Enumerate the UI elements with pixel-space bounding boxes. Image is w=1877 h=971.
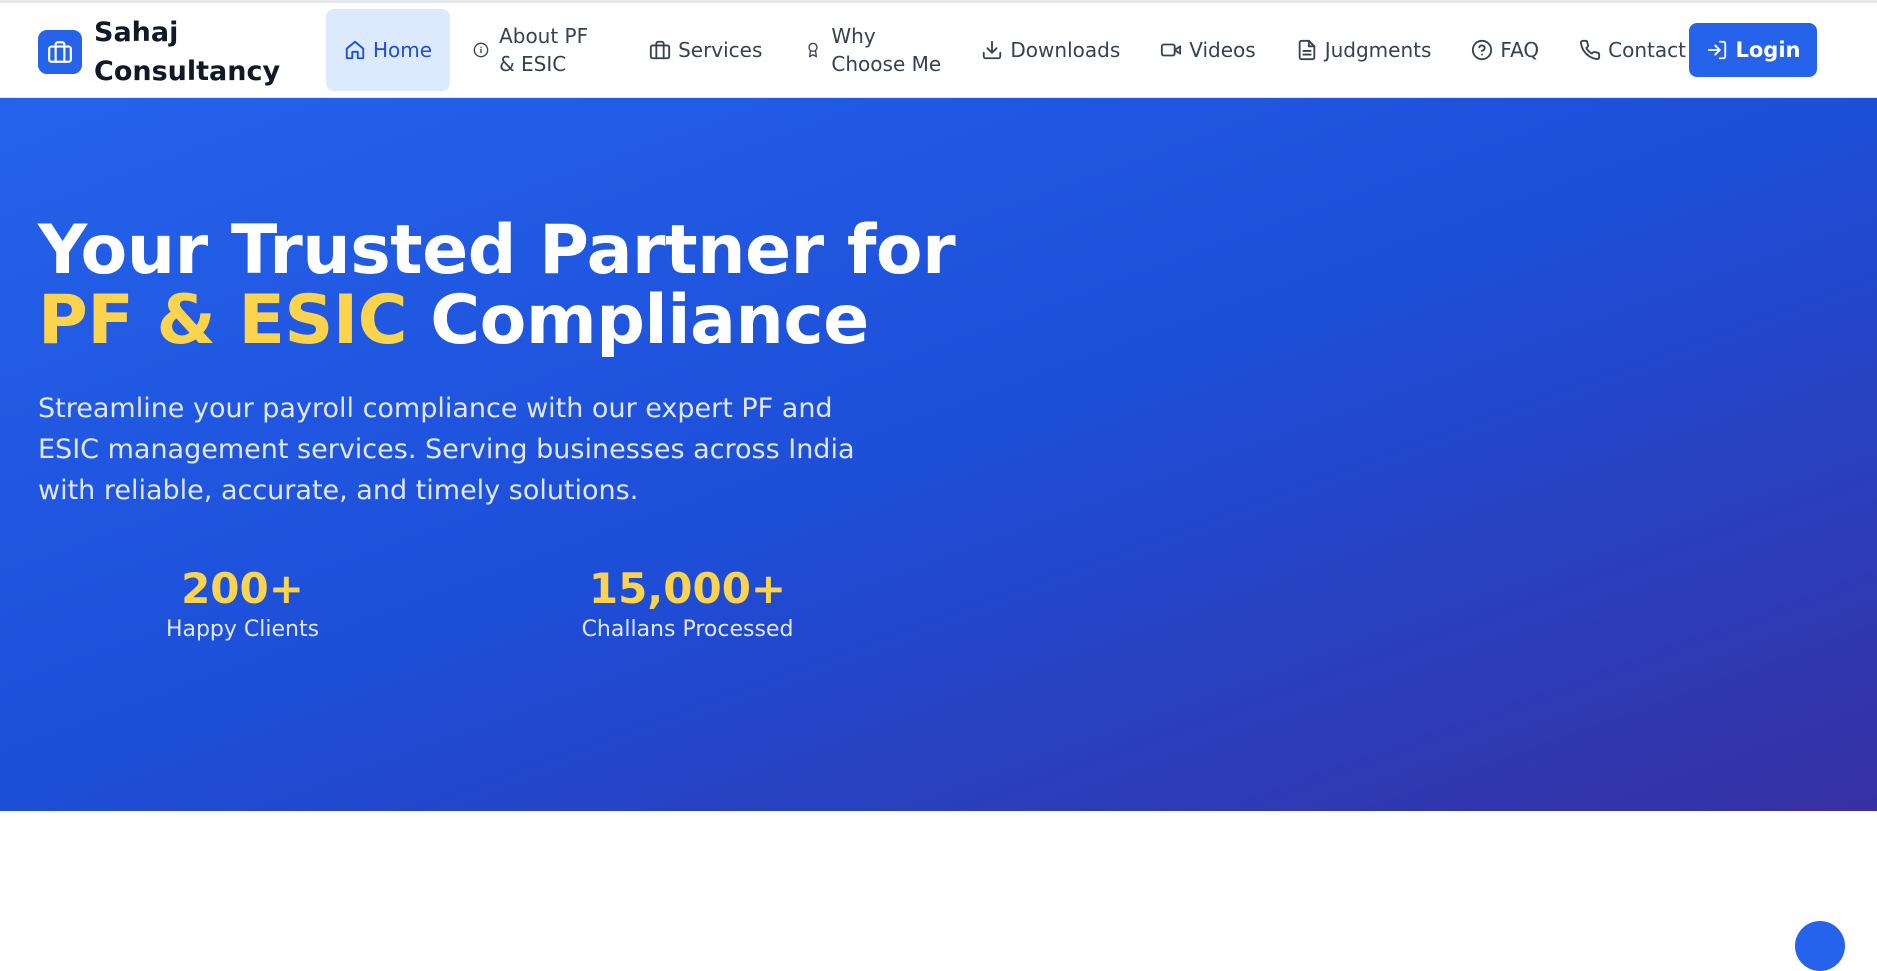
document-icon [1296, 39, 1318, 61]
nav-item-about[interactable]: About PF & ESIC [450, 9, 629, 91]
nav-item-contact[interactable]: Contact [1559, 9, 1706, 91]
nav-item-services[interactable]: Services [629, 9, 782, 91]
nav-item-downloads[interactable]: Downloads [961, 9, 1140, 91]
hero-title-line1: Your Trusted Partner for [38, 211, 956, 290]
main-nav: Home About PF & ESIC Services Why Choose… [326, 9, 1706, 91]
nav-item-label: Home [373, 38, 433, 62]
home-icon [344, 39, 366, 61]
nav-item-label: Why Choose Me [831, 24, 942, 76]
hero-subtitle: Streamline your payroll compliance with … [38, 393, 855, 506]
nav-item-label: Videos [1189, 38, 1256, 62]
stat-value: 200+ [181, 564, 304, 613]
nav-item-home[interactable]: Home [326, 9, 451, 91]
login-button[interactable]: Login [1689, 23, 1817, 77]
nav-item-videos[interactable]: Videos [1140, 9, 1275, 91]
hero-title: Your Trusted Partner for PF & ESIC Compl… [38, 216, 956, 356]
site-header: Sahaj Consultancy Home About PF & ESIC S… [0, 3, 1877, 98]
briefcase-icon [649, 39, 671, 61]
nav-item-why-choose-me[interactable]: Why Choose Me [782, 9, 961, 91]
brand-name: Sahaj Consultancy [94, 17, 281, 87]
nav-item-label: Downloads [1010, 38, 1121, 62]
hero-title-rest: Compliance [407, 281, 869, 360]
phone-icon [1579, 39, 1601, 61]
nav-item-judgments[interactable]: Judgments [1276, 9, 1452, 91]
hero-title-accent: PF & ESIC [38, 281, 408, 360]
nav-item-label: Judgments [1324, 38, 1432, 62]
stat-value: 15,000+ [588, 564, 787, 613]
floating-action-button[interactable] [1795, 921, 1845, 971]
video-icon [1160, 39, 1182, 61]
stat-challans-processed: 15,000+ Challans Processed [565, 564, 810, 644]
stat-happy-clients: 200+ Happy Clients [140, 564, 345, 644]
login-label: Login [1735, 38, 1801, 62]
nav-item-label: About PF & ESIC [499, 24, 589, 76]
nav-item-label: Contact [1608, 38, 1686, 62]
stat-label: Happy Clients [165, 617, 320, 642]
brand[interactable]: Sahaj Consultancy [38, 13, 284, 91]
briefcase-icon [38, 30, 82, 74]
nav-item-faq[interactable]: FAQ [1451, 9, 1559, 91]
info-icon [470, 39, 492, 61]
login-icon [1706, 39, 1728, 61]
nav-item-label: FAQ [1500, 38, 1540, 62]
help-circle-icon [1471, 39, 1493, 61]
download-icon [981, 39, 1003, 61]
stat-label: Challans Processed [581, 617, 794, 642]
nav-item-label: Services [678, 38, 763, 62]
award-icon [802, 39, 824, 61]
hero-section: Your Trusted Partner for PF & ESIC Compl… [0, 98, 1877, 811]
